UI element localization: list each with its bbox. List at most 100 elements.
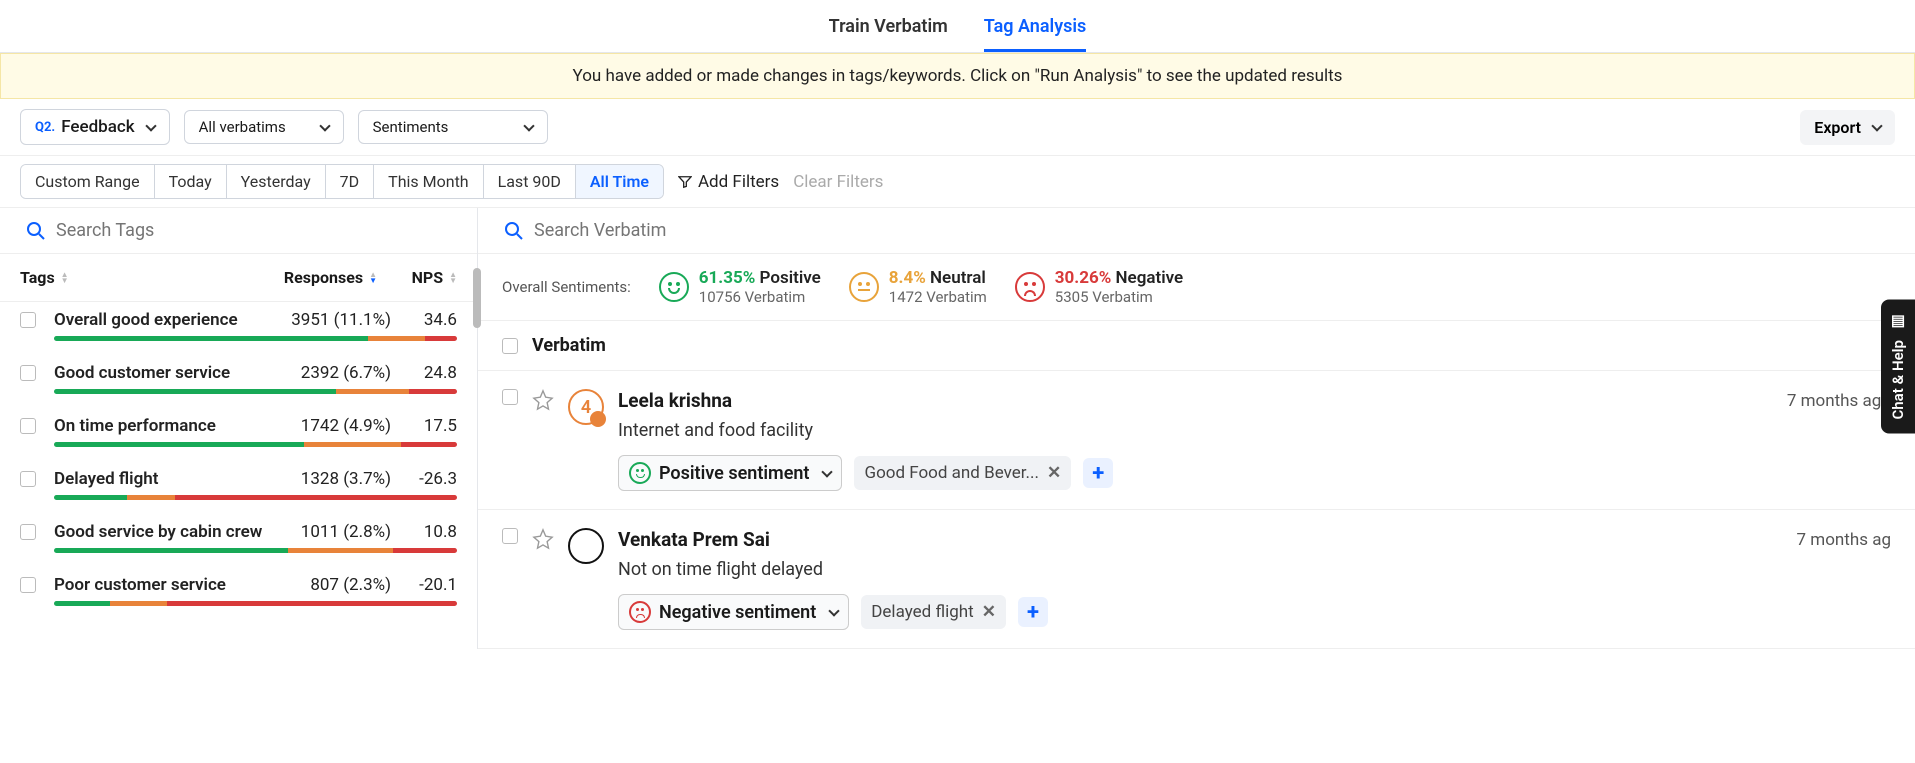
tag-checkbox[interactable] [20,312,36,328]
sentiment-neutral: 8.4% Neutral 1472 Verbatim [849,268,987,306]
star-icon[interactable] [532,528,554,550]
tag-name: Delayed flight [54,469,275,489]
tag-row[interactable]: On time performance 1742 (4.9%) 17.5 [0,408,477,461]
col-nps[interactable]: NPS▲▼ [377,268,457,287]
range-7d[interactable]: 7D [326,165,375,198]
question-selector[interactable]: Q2. Feedback [20,109,170,145]
sentiment-positive: 61.35% Positive 10756 Verbatim [659,268,821,306]
tag-sentiment-bar [54,548,457,553]
col-responses[interactable]: Responses▲▼ [237,268,377,287]
search-icon [504,221,524,241]
tags-header-row: Tags▲▼ Responses▲▼ NPS▲▼ [0,254,477,302]
remove-tag-icon[interactable]: ✕ [982,602,996,622]
tag-checkbox[interactable] [20,577,36,593]
tab-tag-analysis[interactable]: Tag Analysis [984,12,1087,52]
scrollbar-thumb[interactable] [473,268,481,328]
tag-name: Good service by cabin crew [54,522,275,542]
sentiment-selector[interactable]: Positive sentiment [618,455,842,491]
avatar [568,528,604,564]
overall-label: Overall Sentiments: [502,278,631,296]
sentiment-negative: 30.26% Negative 5305 Verbatim [1015,268,1183,306]
remove-tag-icon[interactable]: ✕ [1047,463,1061,483]
positive-pct: 61.35% [699,268,756,288]
verbatim-header-label: Verbatim [532,335,606,356]
filter-bar: Q2. Feedback All verbatims Sentiments Ex… [0,99,1915,156]
sort-icon: ▲▼ [449,272,457,284]
verbatim-selector-label: All verbatims [199,118,286,136]
tag-row[interactable]: Overall good experience 3951 (11.1%) 34.… [0,302,477,355]
chat-help-tab[interactable]: Chat & Help ▤ [1881,300,1915,434]
tag-responses: 1011 (2.8%) [281,522,391,542]
tag-responses: 1742 (4.9%) [281,416,391,436]
tags-panel: Tags▲▼ Responses▲▼ NPS▲▼ Overall good ex… [0,208,478,649]
tag-row[interactable]: Poor customer service 807 (2.3%) -20.1 [0,567,477,620]
filter-icon [678,175,692,189]
range-all-time[interactable]: All Time [576,165,663,198]
search-tags-input[interactable] [56,220,451,241]
tag-checkbox[interactable] [20,418,36,434]
date-range-segments: Custom Range Today Yesterday 7D This Mon… [20,164,664,199]
notification-banner: You have added or made changes in tags/k… [0,53,1915,99]
col-tags[interactable]: Tags▲▼ [20,268,237,287]
frown-icon [1015,272,1045,302]
neutral-label: Neutral [930,268,986,288]
verbatim-text: Not on time flight delayed [618,559,1891,580]
tag-name: Poor customer service [54,575,275,595]
tag-chip: Good Food and Bever... ✕ [854,456,1071,490]
verbatim-list-header: Verbatim [478,321,1915,371]
chevron-down-icon [145,120,156,131]
frown-icon [629,601,651,623]
clear-filters-button[interactable]: Clear Filters [793,172,883,192]
tag-row[interactable]: Good service by cabin crew 1011 (2.8%) 1… [0,514,477,567]
tag-sentiment-bar [54,442,457,447]
select-all-checkbox[interactable] [502,338,518,354]
search-verbatim-input[interactable] [534,220,1889,241]
verbatim-panel: Overall Sentiments: 61.35% Positive 1075… [478,208,1915,649]
range-last-90d[interactable]: Last 90D [484,165,576,198]
sentiment-selector[interactable]: Negative sentiment [618,594,849,630]
avatar: 4 [568,389,604,425]
mode-selector-label: Sentiments [373,118,449,136]
tag-row[interactable]: Delayed flight 1328 (3.7%) -26.3 [0,461,477,514]
tag-sentiment-bar [54,495,457,500]
tag-checkbox[interactable] [20,524,36,540]
range-this-month[interactable]: This Month [374,165,483,198]
tabs-bar: Train Verbatim Tag Analysis [0,0,1915,53]
add-tag-button[interactable]: + [1018,597,1048,627]
range-custom[interactable]: Custom Range [21,165,155,198]
tag-row[interactable]: Good customer service 2392 (6.7%) 24.8 [0,355,477,408]
main-content: Tags▲▼ Responses▲▼ NPS▲▼ Overall good ex… [0,208,1915,649]
range-yesterday[interactable]: Yesterday [227,165,326,198]
tag-chip-label: Delayed flight [871,602,973,622]
chevron-down-icon [829,605,840,616]
star-icon[interactable] [532,389,554,411]
verbatim-checkbox[interactable] [502,528,518,544]
negative-pct: 30.26% [1055,268,1112,288]
search-icon [26,221,46,241]
tag-responses: 807 (2.3%) [281,575,391,595]
tag-sentiment-bar [54,336,457,341]
verbatim-checkbox[interactable] [502,389,518,405]
date-range-bar: Custom Range Today Yesterday 7D This Mon… [0,156,1915,208]
chevron-down-icon [319,120,330,131]
chevron-down-icon [1871,120,1882,131]
neutral-pct: 8.4% [889,268,926,288]
chat-help-label: Chat & Help [1889,340,1907,420]
mode-selector[interactable]: Sentiments [358,110,548,144]
add-filters-button[interactable]: Add Filters [678,172,779,192]
verbatim-row: Venkata Prem Sai7 months ag Not on time … [478,510,1915,649]
tag-checkbox[interactable] [20,471,36,487]
positive-label: Positive [760,268,821,288]
tab-train-verbatim[interactable]: Train Verbatim [829,12,948,52]
negative-count: 5305 Verbatim [1055,288,1183,306]
tag-sentiment-bar [54,601,457,606]
tag-name: Overall good experience [54,310,275,330]
add-tag-button[interactable]: + [1083,458,1113,488]
tag-checkbox[interactable] [20,365,36,381]
tag-responses: 3951 (11.1%) [281,310,391,330]
tag-chip-label: Good Food and Bever... [864,463,1038,483]
range-today[interactable]: Today [155,165,227,198]
verbatim-selector[interactable]: All verbatims [184,110,344,144]
export-button[interactable]: Export [1800,110,1895,145]
tag-chip: Delayed flight ✕ [861,595,1006,629]
